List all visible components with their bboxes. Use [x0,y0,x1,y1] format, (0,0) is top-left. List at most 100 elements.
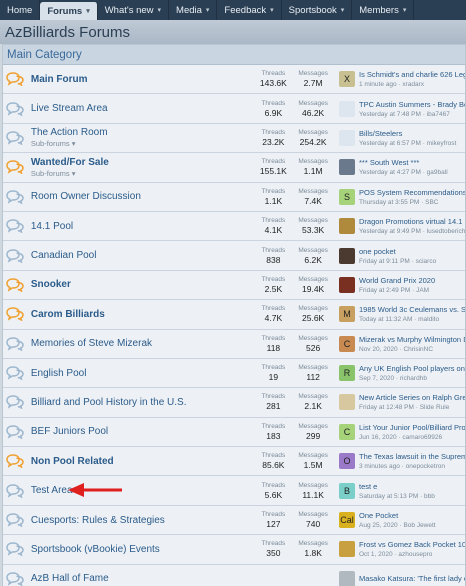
avatar[interactable]: Cal [339,512,355,529]
nav-forums[interactable]: Forums ▾ [40,2,98,20]
latest-thread-link[interactable]: New Article Series on Ralph Greenl... [359,393,465,402]
subforums-toggle[interactable]: Sub-forums ▾ [31,169,254,178]
latest-thread-link[interactable]: List Your Junior Pool/Billiard Program [359,423,465,432]
avatar[interactable]: S [339,188,355,205]
forum-status-icon [3,189,27,204]
chevron-down-icon[interactable]: ▾ [270,6,274,14]
forum-title-link[interactable]: Non Pool Related [31,456,254,467]
avatar[interactable]: X [339,71,355,88]
chevron-down-icon[interactable]: ▾ [158,6,162,14]
latest-thread-link[interactable]: Frost vs Gomez Back Pocket 10-Ball [359,540,465,549]
threads-stat: Threads 281 [254,393,294,411]
avatar[interactable] [339,247,355,264]
forum-main: Non Pool Related [27,456,254,467]
latest-thread-link[interactable]: 1985 World 3c Ceulemans vs. Scherper [359,305,465,314]
avatar[interactable]: O [339,453,355,470]
forum-title-link[interactable]: Carom Billiards [31,309,254,320]
latest-thread-link[interactable]: Dragon Promotions virtual 14.1 [359,217,465,226]
chevron-down-icon[interactable]: ▾ [86,7,90,15]
latest-thread-link[interactable]: one pocket [359,247,465,256]
forum-title-link[interactable]: Main Forum [31,74,254,85]
avatar[interactable]: B [339,482,355,499]
forum-title-link[interactable]: Snooker [31,279,254,290]
avatar[interactable] [339,129,355,146]
messages-count: 2.1K [304,401,322,412]
latest-thread-link[interactable]: World Grand Prix 2020 [359,276,465,285]
chevron-down-icon[interactable]: ▾ [206,6,210,14]
forum-title-link[interactable]: Test Area [31,485,254,496]
threads-count: 1.1K [264,195,283,206]
latest-thread-link[interactable]: Mizerak vs Murphy Wilmington DE [359,335,465,344]
chat-bubbles-icon [6,219,24,234]
avatar[interactable] [339,570,356,586]
forum-main: BEF Juniors Pool [27,426,254,437]
nav-what-s-new[interactable]: What's new ▾ [98,0,170,20]
threads-count: 4.1K [264,225,283,236]
latest-thread-link[interactable]: The Texas lawsuit in the Supreme C... [359,452,465,461]
threads-label: Threads [261,99,286,107]
forum-title-link[interactable]: 14.1 Pool [31,221,254,232]
avatar[interactable] [339,541,355,558]
forum-title-link[interactable]: Room Owner Discussion [31,191,254,202]
latest-post: Bills/Steelers Yesterday at 6:57 PM · mik… [333,129,465,147]
chevron-down-icon[interactable]: ▾ [403,6,407,14]
avatar[interactable]: R [339,365,355,382]
avatar[interactable]: C [339,423,355,440]
forum-title-link[interactable]: Cuesports: Rules & Strategies [31,515,254,526]
latest-thread-link[interactable]: Masako Katsura: 'The first lady of b... [359,574,465,583]
forum-title-link[interactable]: Canadian Pool [31,250,254,261]
chevron-down-icon[interactable]: ▾ [341,6,345,14]
forum-title-link[interactable]: AzB Hall of Fame [31,573,254,584]
avatar[interactable] [339,394,355,411]
forum-status-icon [3,160,27,175]
forum-status-icon [3,72,27,87]
forum-title-link[interactable]: English Pool [31,368,254,379]
forum-row: Main Forum Threads 143.6K Messages 2.7M X Is S… [3,65,465,95]
avatar[interactable]: C [339,335,355,352]
messages-stat: Messages 1.5M [293,452,333,470]
nav-media[interactable]: Media ▾ [169,0,218,20]
latest-thread-link[interactable]: test e [359,482,465,491]
forum-title-link[interactable]: Live Stream Area [31,103,254,114]
nav-label: Media [176,4,202,16]
nav-label: Sportsbook [288,4,337,16]
nav-members[interactable]: Members ▾ [352,0,415,20]
avatar[interactable]: M [339,306,355,323]
avatar[interactable] [339,276,355,293]
nav-feedback[interactable]: Feedback ▾ [217,0,282,20]
threads-count: 6.9K [264,107,283,118]
forum-title-link[interactable]: Memories of Steve Mizerak [31,338,254,349]
avatar[interactable] [339,159,355,176]
forum-title-link[interactable]: Billiard and Pool History in the U.S. [31,397,254,408]
latest-thread-link[interactable]: *** South West *** [359,158,465,167]
avatar[interactable] [339,218,355,235]
latest-thread-link[interactable]: TPC Austin Summers - Brady Behr... [359,100,465,109]
latest-meta: Today at 11:32 AM · maldito [359,316,440,324]
latest-text: One Pocket Aug 25, 2020 · Bob Jewett [359,511,465,529]
forum-title-link[interactable]: BEF Juniors Pool [31,426,254,437]
latest-thread-link[interactable]: Bills/Steelers [359,129,465,138]
subforums-toggle[interactable]: Sub-forums ▾ [31,139,254,148]
avatar[interactable] [339,100,355,117]
latest-thread-link[interactable]: POS System Recommendations [359,188,465,197]
latest-thread-link[interactable]: Is Schmidt's and charlie 626 Legit [359,70,465,79]
forum-title-link[interactable]: Sportsbook (vBookie) Events [31,544,254,555]
latest-thread-link[interactable]: Any UK English Pool players on here? [359,364,465,373]
nav-home[interactable]: Home [0,0,41,20]
messages-stat: Messages 53.3K [293,217,333,235]
forum-status-icon [3,513,27,528]
chat-bubbles-icon [6,542,24,557]
latest-meta: Jun 16, 2020 · camaro69926 [359,433,443,441]
nav-sportsbook[interactable]: Sportsbook ▾ [282,0,353,20]
latest-post: TPC Austin Summers - Brady Behr...Yester… [333,100,465,118]
latest-thread-link[interactable]: One Pocket [359,511,465,520]
messages-label: Messages [298,364,328,372]
messages-stat: Messages 1.1M [293,158,333,176]
forum-main: Wanted/For Sale Sub-forums ▾ [27,157,254,178]
forum-title-link[interactable]: Wanted/For Sale [31,157,254,168]
category-header[interactable]: Main Category [3,45,465,65]
messages-count: 1.1M [303,166,323,177]
threads-count: 143.6K [259,78,287,89]
messages-label: Messages [298,511,328,519]
forum-title-link[interactable]: The Action Room [31,127,254,138]
